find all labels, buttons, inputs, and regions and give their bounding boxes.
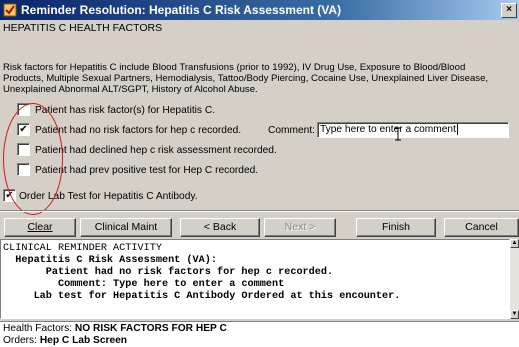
checkbox-order-lab-test[interactable]: ✔ (3, 188, 16, 202)
cancel-button[interactable]: Cancel (444, 218, 519, 237)
health-factor-options: Patient has risk factor(s) for Hepatitis… (17, 102, 517, 183)
activity-scrollbar[interactable]: ▲ ▼ (510, 239, 519, 319)
orders-value: Hep C Lab Screen (39, 335, 127, 346)
reminder-app-icon (3, 3, 17, 17)
risk-factor-description: Risk factors for Hepatitis C include Blo… (3, 62, 489, 95)
activity-line: Patient had no risk factors for hep c re… (3, 267, 334, 278)
activity-line: Lab test for Hepatitis C Antibody Ordere… (3, 291, 401, 302)
clinical-maint-button[interactable]: Clinical Maint (80, 218, 172, 237)
close-icon[interactable]: × (501, 3, 517, 18)
health-factors-value: NO RISK FACTORS FOR HEP C (74, 323, 227, 334)
option-has-risk-factors[interactable]: Patient has risk factor(s) for Hepatitis… (17, 102, 216, 119)
option-prev-positive-test[interactable]: Patient had prev positive test for Hep C… (17, 162, 259, 179)
text-cursor-icon (395, 127, 401, 141)
comment-input[interactable]: Type here to enter a comment (317, 122, 509, 138)
checkmark-icon: ✔ (19, 123, 28, 135)
checkbox-no-risk-factors[interactable]: ✔ (17, 122, 30, 136)
orders-summary: Orders: Hep C Lab Screen (3, 335, 127, 346)
encounter-summary: Health Factors: NO RISK FACTORS FOR HEP … (0, 321, 519, 347)
checkbox-has-risk-factors[interactable] (17, 102, 30, 116)
activity-heading: CLINICAL REMINDER ACTIVITY (3, 243, 162, 254)
clear-button[interactable]: Clear (4, 218, 76, 237)
divider (0, 210, 519, 212)
scroll-up-icon[interactable]: ▲ (510, 239, 519, 248)
next-button[interactable]: Next > (264, 218, 336, 237)
comment-value: Type here to enter a comment (320, 124, 456, 135)
back-button[interactable]: < Back (180, 218, 260, 237)
window-title: Reminder Resolution: Hepatitis C Risk As… (21, 3, 342, 17)
option-label: Patient had no risk factors for hep c re… (35, 125, 242, 136)
clinical-reminder-activity[interactable]: CLINICAL REMINDER ACTIVITY Hepatitis C R… (0, 239, 510, 319)
checkbox-prev-positive-test[interactable] (17, 162, 30, 176)
option-label: Order Lab Test for Hepatitis C Antibody. (19, 191, 198, 202)
option-label: Patient had prev positive test for Hep C… (35, 165, 259, 176)
option-no-risk-factors[interactable]: ✔ Patient had no risk factors for hep c r… (17, 122, 512, 139)
activity-line: Hepatitis C Risk Assessment (VA): (3, 255, 217, 266)
option-label: Patient has risk factor(s) for Hepatitis… (35, 105, 216, 116)
reminder-resolution-dialog: Reminder Resolution: Hepatitis C Risk As… (0, 0, 519, 347)
checkmark-icon: ✔ (5, 189, 14, 201)
section-heading: HEPATITIS C HEALTH FACTORS (3, 22, 163, 34)
title-bar[interactable]: Reminder Resolution: Hepatitis C Risk As… (0, 0, 519, 20)
option-declined-assessment[interactable]: Patient had declined hep c risk assessme… (17, 142, 277, 159)
comment-label: Comment: (268, 125, 315, 136)
option-order-lab-test[interactable]: ✔ Order Lab Test for Hepatitis C Antibody… (3, 188, 198, 205)
checkbox-declined-assessment[interactable] (17, 142, 30, 156)
scroll-down-icon[interactable]: ▼ (510, 310, 519, 319)
option-label: Patient had declined hep c risk assessme… (35, 145, 277, 156)
activity-line: Comment: Type here to enter a comment (3, 279, 285, 290)
health-factors-summary: Health Factors: NO RISK FACTORS FOR HEP … (3, 323, 227, 334)
finish-button[interactable]: Finish (356, 218, 436, 237)
